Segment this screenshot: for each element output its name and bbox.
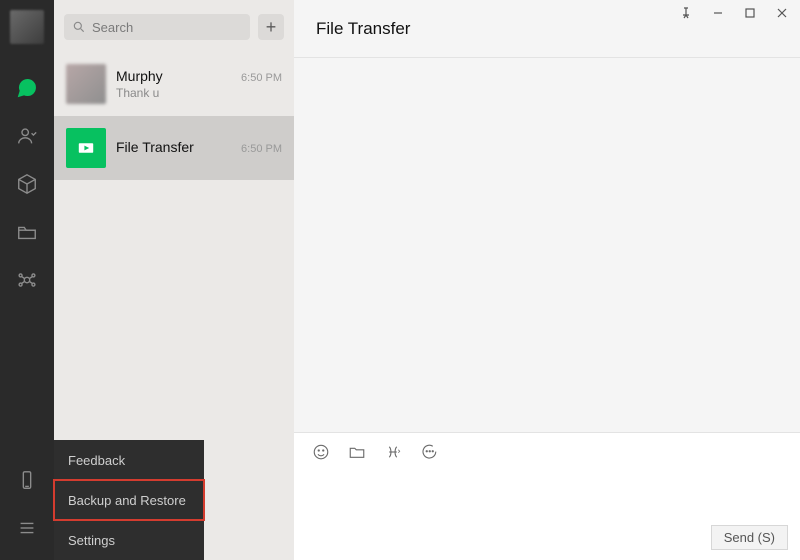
box-icon[interactable]: [13, 170, 41, 198]
avatar[interactable]: [10, 10, 44, 44]
folder-icon[interactable]: [13, 218, 41, 246]
chat-name: File Transfer: [116, 139, 194, 155]
chat-avatar: [66, 64, 106, 104]
file-transfer-icon: [66, 128, 106, 168]
search-icon: [72, 20, 86, 34]
composer: Send (S): [294, 432, 800, 560]
close-button[interactable]: [768, 2, 796, 24]
chat-item-murphy[interactable]: Murphy 6:50 PM Thank u: [54, 52, 294, 116]
more-menu-popup: Feedback Backup and Restore Settings: [54, 440, 204, 560]
menu-item-label: Feedback: [68, 453, 125, 468]
menu-item-settings[interactable]: Settings: [54, 520, 204, 560]
menu-icon[interactable]: [13, 514, 41, 542]
chat-item-file-transfer[interactable]: File Transfer 6:50 PM: [54, 116, 294, 180]
screenshot-icon[interactable]: [382, 441, 404, 463]
contacts-icon[interactable]: [13, 122, 41, 150]
message-area[interactable]: [294, 58, 800, 432]
app-root: Search + Murphy 6:50 PM Thank u File Tra…: [0, 0, 800, 560]
menu-item-label: Backup and Restore: [68, 493, 186, 508]
search-input[interactable]: Search: [64, 14, 250, 40]
nav-rail: [0, 0, 54, 560]
menu-item-label: Settings: [68, 533, 115, 548]
send-label: Send (S): [724, 530, 775, 545]
window-controls: [672, 2, 796, 24]
chats-icon[interactable]: [13, 74, 41, 102]
history-icon[interactable]: [418, 441, 440, 463]
chat-name: Murphy: [116, 68, 163, 84]
chat-title: File Transfer: [316, 19, 410, 39]
phone-icon[interactable]: [13, 466, 41, 494]
menu-item-feedback[interactable]: Feedback: [54, 440, 204, 480]
chat-time: 6:50 PM: [241, 72, 282, 84]
chat-preview: Thank u: [116, 86, 282, 100]
emoji-icon[interactable]: [310, 441, 332, 463]
chat-list-panel: Search + Murphy 6:50 PM Thank u File Tra…: [54, 0, 294, 560]
send-button[interactable]: Send (S): [711, 525, 788, 550]
minimize-button[interactable]: [704, 2, 732, 24]
maximize-button[interactable]: [736, 2, 764, 24]
pin-button[interactable]: [672, 2, 700, 24]
chat-main: File Transfer Send (S): [294, 0, 800, 560]
add-button[interactable]: +: [258, 14, 284, 40]
search-row: Search +: [54, 0, 294, 52]
search-placeholder: Search: [92, 20, 133, 35]
composer-toolbar: [294, 433, 800, 463]
menu-item-backup-restore[interactable]: Backup and Restore: [54, 480, 204, 520]
chat-time: 6:50 PM: [241, 143, 282, 155]
file-icon[interactable]: [346, 441, 368, 463]
miniprogram-icon[interactable]: [13, 266, 41, 294]
